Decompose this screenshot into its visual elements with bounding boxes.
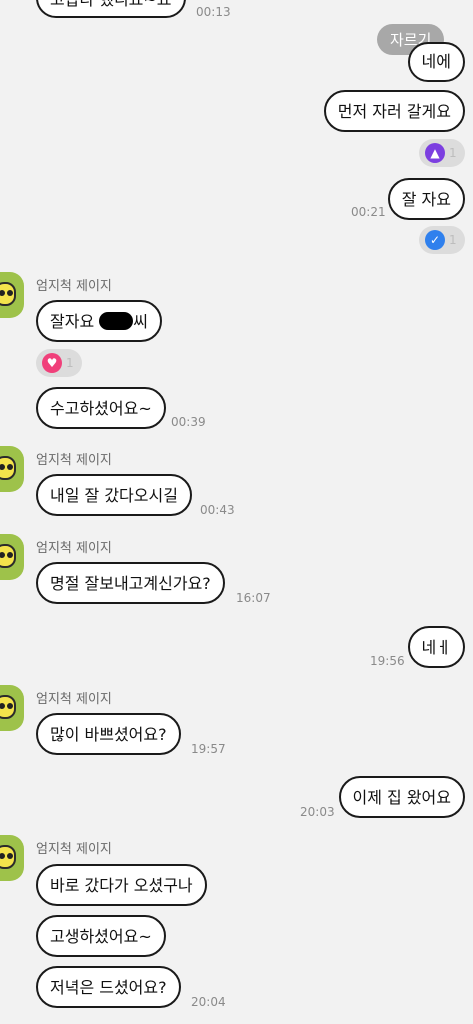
sender-name: 엄지척 제이지 [36, 279, 112, 294]
message-bubble-sent[interactable]: 이제 집 왔어요 [338, 776, 465, 818]
message-bubble-received[interactable]: 고생하셨어요~ [36, 915, 166, 957]
message-text: 저녁은 드셨어요? [50, 978, 167, 997]
check-icon: ✓ [425, 230, 445, 250]
message-text: 명절 잘보내고계신가요? [50, 574, 211, 593]
sender-avatar[interactable] [0, 534, 24, 580]
message-time: 00:13 [196, 5, 231, 19]
message-bubble-sent[interactable]: 네ㅔ [407, 626, 465, 668]
message-time: 00:43 [200, 503, 235, 517]
message-time: 19:56 [370, 654, 405, 668]
message-text: 내일 잘 갔다오시길 [50, 486, 178, 505]
message-bubble-received[interactable]: 잘자요 씨 [36, 300, 162, 342]
sender-name: 엄지척 제이지 [36, 453, 112, 468]
message-time: 20:03 [300, 805, 335, 819]
message-time: 16:07 [236, 591, 271, 605]
reaction-count: 1 [449, 146, 457, 160]
message-bubble-received[interactable]: 많이 바쁘셨어요? [36, 713, 181, 755]
message-bubble-received[interactable]: 내일 잘 갔다오시길 [36, 474, 192, 516]
reaction-count: 1 [66, 356, 74, 370]
reaction-badge[interactable]: ♥ 1 [36, 349, 82, 377]
message-text: 이제 집 왔어요 [352, 788, 452, 807]
message-bubble-sent[interactable]: 잘 자요 [387, 178, 465, 220]
message-bubble-received[interactable]: 수고하셨어요~ [36, 387, 166, 429]
reaction-count: 1 [449, 233, 457, 247]
sender-avatar[interactable] [0, 446, 24, 492]
heart-icon: ♥ [42, 353, 62, 373]
message-bubble-received[interactable]: 고맙다 했니요~요 [36, 0, 186, 18]
redaction-mark [99, 312, 134, 330]
reaction-badge[interactable]: ▲ 1 [419, 139, 465, 167]
sender-name: 엄지척 제이지 [36, 842, 112, 857]
sender-avatar[interactable] [0, 835, 24, 881]
message-text: 네ㅔ [421, 638, 451, 657]
message-text: 먼저 자러 갈게요 [337, 102, 451, 121]
message-bubble-received[interactable]: 저녁은 드셨어요? [36, 966, 181, 1008]
message-text: 잘자요 [50, 312, 95, 331]
message-bubble-sent[interactable]: 먼저 자러 갈게요 [323, 90, 465, 132]
message-bubble-sent[interactable]: 네에 [407, 42, 465, 82]
message-time: 00:39 [171, 415, 206, 429]
message-text: 고맙다 했니요~요 [50, 0, 172, 9]
message-text: 씨 [133, 312, 148, 331]
message-text: 잘 자요 [401, 190, 451, 209]
sender-avatar[interactable] [0, 685, 24, 731]
message-text: 바로 갔다가 오셨구나 [50, 876, 193, 895]
message-text: 네에 [421, 52, 451, 71]
message-text: 고생하셨어요~ [50, 927, 152, 946]
thumbs-up-icon: ▲ [425, 143, 445, 163]
message-text: 수고하셨어요~ [50, 399, 152, 418]
message-time: 19:57 [191, 742, 226, 756]
message-text: 많이 바쁘셨어요? [50, 725, 167, 744]
message-bubble-received[interactable]: 명절 잘보내고계신가요? [36, 562, 225, 604]
sender-name: 엄지척 제이지 [36, 541, 112, 556]
message-time: 00:21 [351, 205, 386, 219]
reaction-badge[interactable]: ✓ 1 [419, 226, 465, 254]
sender-avatar[interactable] [0, 272, 24, 318]
message-time: 20:04 [191, 995, 226, 1009]
message-bubble-received[interactable]: 바로 갔다가 오셨구나 [36, 864, 207, 906]
sender-name: 엄지척 제이지 [36, 692, 112, 707]
